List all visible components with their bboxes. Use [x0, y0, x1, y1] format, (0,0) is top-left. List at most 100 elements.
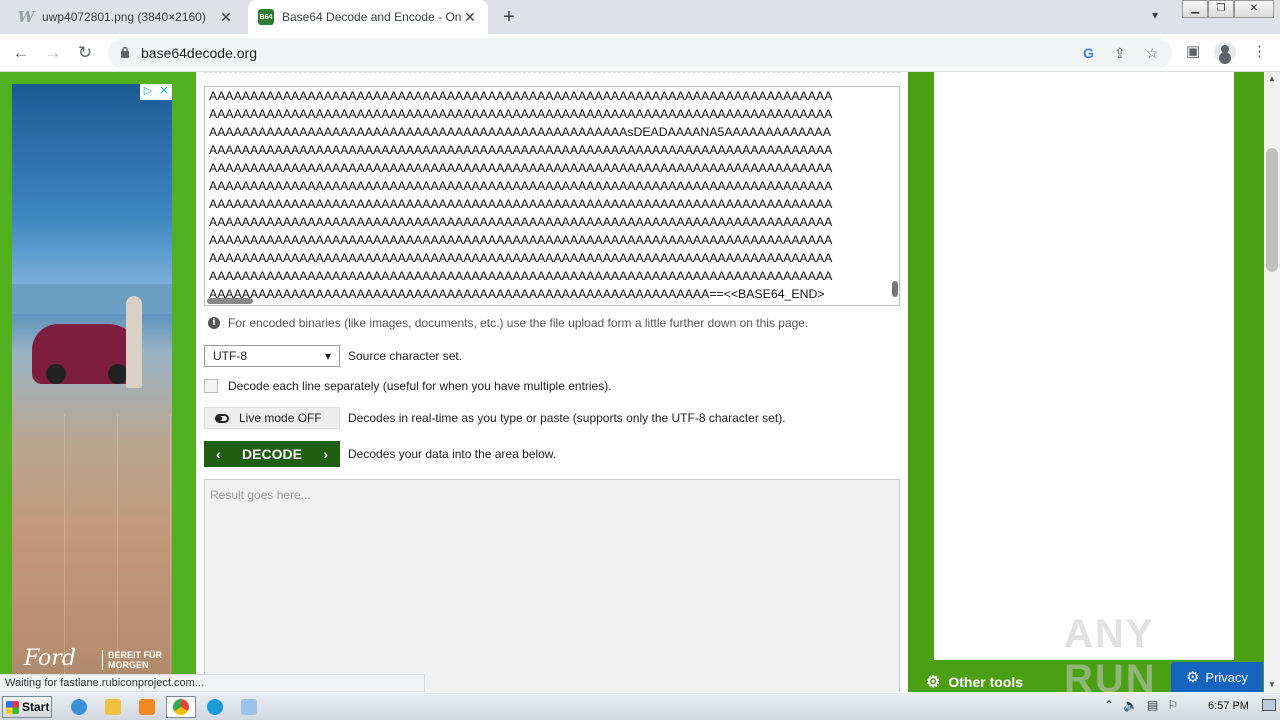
toggle-icon — [215, 413, 229, 423]
sidepanel-icon[interactable]: ▣ — [1186, 42, 1200, 60]
charset-row: UTF-8 ▾ Source character set. — [204, 345, 462, 367]
live-mode-row: Live mode OFF Decodes in real-time as yo… — [204, 407, 786, 429]
tray-arrow-icon[interactable]: ⌃ — [1104, 698, 1114, 712]
minimize-button[interactable]: ▁ — [1182, 0, 1208, 18]
charset-select[interactable]: UTF-8 ▾ — [204, 345, 340, 367]
ie-taskbar-icon[interactable] — [64, 696, 94, 718]
other-tools-heading[interactable]: ⚙ Other tools — [926, 672, 1023, 692]
split-lines-row: Decode each line separately (useful for … — [204, 379, 612, 393]
tab-strip: W uwp4072801.png (3840×2160) ✕ B64 Base6… — [0, 0, 1280, 34]
encoded-line: AAAAAAAAAAAAAAAAAAAAAAAAAAAAAAAAAAAAAAAA… — [209, 125, 831, 139]
encoded-line: AAAAAAAAAAAAAAAAAAAAAAAAAAAAAAAAAAAAAAAA… — [209, 107, 833, 121]
window-close-button[interactable]: ✕ — [1234, 0, 1274, 18]
split-lines-label[interactable]: Decode each line separately (useful for … — [228, 379, 612, 393]
start-button[interactable]: Start — [2, 696, 52, 718]
ad-choices-badge[interactable]: ▷ ✕ — [140, 84, 172, 100]
new-tab-button[interactable]: + — [498, 6, 520, 29]
ford-logo: Ford — [24, 646, 76, 671]
browser-toolbar: ← → ↻ base64decode.org G ⇪ ☆ ▣ ⋮ — [0, 34, 1280, 72]
tab-base64[interactable]: B64 Base64 Decode and Encode - Online ✕ — [248, 0, 488, 34]
restore-button[interactable]: ❐ — [1208, 0, 1234, 18]
close-icon[interactable]: ✕ — [218, 9, 234, 26]
result-placeholder: Result goes here... — [210, 488, 311, 502]
main-content: AAAAAAAAAAAAAAAAAAAAAAAAAAAAAAAAAAAAAAAA… — [196, 72, 908, 692]
chevron-down-icon[interactable]: ▾ — [1152, 8, 1158, 22]
split-lines-checkbox[interactable] — [204, 379, 218, 393]
decode-button[interactable]: ‹ DECODE › — [204, 441, 340, 467]
encoded-line: AAAAAAAAAAAAAAAAAAAAAAAAAAAAAAAAAAAAAAAA… — [209, 287, 825, 301]
scroll-up-arrow-icon[interactable]: ▲ — [1264, 72, 1280, 86]
chrome-taskbar-icon[interactable] — [166, 696, 196, 718]
notepad-taskbar-icon[interactable] — [234, 696, 264, 718]
chevron-down-icon: ▾ — [324, 349, 331, 363]
page-scrollbar[interactable]: ▲ ▼ — [1264, 72, 1280, 692]
back-arrow-icon[interactable]: ← — [10, 42, 32, 64]
clock[interactable]: 6:57 PM — [1208, 700, 1249, 712]
forward-arrow-icon[interactable]: → — [42, 42, 64, 64]
status-bubble: Waiting for fastlane.rubiconproject.com.… — [0, 674, 425, 692]
start-label: Start — [22, 700, 50, 714]
decode-row: ‹ DECODE › Decodes your data into the ar… — [204, 441, 556, 467]
network-icon[interactable]: ▤ — [1147, 698, 1158, 712]
live-mode-button[interactable]: Live mode OFF — [204, 407, 340, 429]
charset-value: UTF-8 — [213, 349, 247, 363]
ad-slogan: BEREIT FÜR MORGEN — [102, 650, 172, 670]
sidebar-ad-panel: ANY RUN — [934, 72, 1234, 692]
google-g-icon[interactable]: G — [1083, 45, 1094, 61]
encoded-input-text: AAAAAAAAAAAAAAAAAAAAAAAAAAAAAAAAAAAAAAAA… — [209, 87, 891, 305]
windows-logo-icon — [6, 700, 19, 714]
encoded-line: > — [209, 303, 891, 305]
ad-sea — [12, 284, 172, 314]
encoded-line: AAAAAAAAAAAAAAAAAAAAAAAAAAAAAAAAAAAAAAAA… — [209, 161, 833, 175]
textarea-vertical-scrollbar[interactable] — [892, 281, 898, 297]
windows-taskbar: Start ⌃ 🔈 ▤ ⚐ 6:57 PM — [0, 692, 1280, 720]
tab-image[interactable]: W uwp4072801.png (3840×2160) ✕ — [8, 0, 244, 34]
chevron-right-icon: › — [323, 446, 328, 462]
close-icon[interactable]: ✕ — [156, 84, 172, 100]
live-mode-description: Decodes in real-time as you type or past… — [348, 411, 786, 425]
adchoices-icon[interactable]: ▷ — [140, 84, 156, 100]
lock-icon — [121, 46, 129, 58]
gear-icon: ⚙ — [1185, 669, 1200, 686]
menu-kebab-icon[interactable]: ⋮ — [1252, 42, 1267, 60]
flag-icon[interactable]: ⚐ — [1167, 698, 1178, 712]
chevron-left-icon: ‹ — [216, 446, 221, 462]
other-tools-label: Other tools — [948, 674, 1024, 690]
url-text: base64decode.org — [141, 45, 257, 61]
charset-label: Source character set. — [348, 349, 463, 363]
encoded-line: AAAAAAAAAAAAAAAAAAAAAAAAAAAAAAAAAAAAAAAA… — [209, 89, 833, 103]
edge-taskbar-icon[interactable] — [200, 696, 230, 718]
divider — [204, 72, 900, 73]
encoded-line: AAAAAAAAAAAAAAAAAAAAAAAAAAAAAAAAAAAAAAAA… — [209, 233, 833, 247]
live-mode-label: Live mode OFF — [239, 411, 322, 425]
ford-advertisement[interactable]: ▷ ✕ Ford BEREIT FÜR MORGEN — [12, 84, 172, 684]
explorer-taskbar-icon[interactable] — [98, 696, 128, 718]
textarea-horizontal-scrollbar[interactable] — [207, 298, 253, 304]
page-viewport: ▷ ✕ Ford BEREIT FÜR MORGEN AAAAAAAAAAAAA… — [0, 72, 1264, 692]
media-player-taskbar-icon[interactable] — [132, 696, 162, 718]
privacy-button[interactable]: ⚙ Privacy — [1171, 662, 1263, 692]
b64-favicon: B64 — [258, 9, 274, 25]
system-tray: ⌃ 🔈 ▤ ⚐ — [1104, 698, 1178, 712]
reload-icon[interactable]: ↻ — [74, 42, 96, 64]
scroll-thumb[interactable] — [1266, 148, 1278, 272]
encoded-input-textarea[interactable]: AAAAAAAAAAAAAAAAAAAAAAAAAAAAAAAAAAAAAAAA… — [204, 86, 900, 306]
address-bar[interactable]: base64decode.org G ⇪ ☆ — [108, 38, 1172, 68]
encoded-line: AAAAAAAAAAAAAAAAAAAAAAAAAAAAAAAAAAAAAAAA… — [209, 215, 833, 229]
encoded-line: AAAAAAAAAAAAAAAAAAAAAAAAAAAAAAAAAAAAAAAA… — [209, 251, 833, 265]
info-line: i For encoded binaries (like images, doc… — [208, 316, 808, 330]
profile-avatar[interactable] — [1214, 41, 1236, 63]
scroll-down-arrow-icon[interactable]: ▼ — [1264, 678, 1280, 692]
wikimedia-w-icon: W — [17, 8, 35, 26]
star-icon[interactable]: ☆ — [1146, 45, 1159, 62]
encoded-line: AAAAAAAAAAAAAAAAAAAAAAAAAAAAAAAAAAAAAAAA… — [209, 179, 833, 193]
encoded-line: AAAAAAAAAAAAAAAAAAAAAAAAAAAAAAAAAAAAAAAA… — [209, 197, 833, 211]
result-textarea[interactable]: Result goes here... — [204, 479, 900, 692]
ad-pavement — [12, 414, 172, 684]
tab-title: uwp4072801.png (3840×2160) — [42, 10, 206, 24]
share-icon[interactable]: ⇪ — [1114, 45, 1126, 62]
decode-description: Decodes your data into the area below. — [348, 447, 557, 461]
volume-icon[interactable]: 🔈 — [1123, 698, 1138, 712]
close-icon[interactable]: ✕ — [462, 9, 478, 26]
show-desktop-icon[interactable] — [1262, 699, 1276, 711]
